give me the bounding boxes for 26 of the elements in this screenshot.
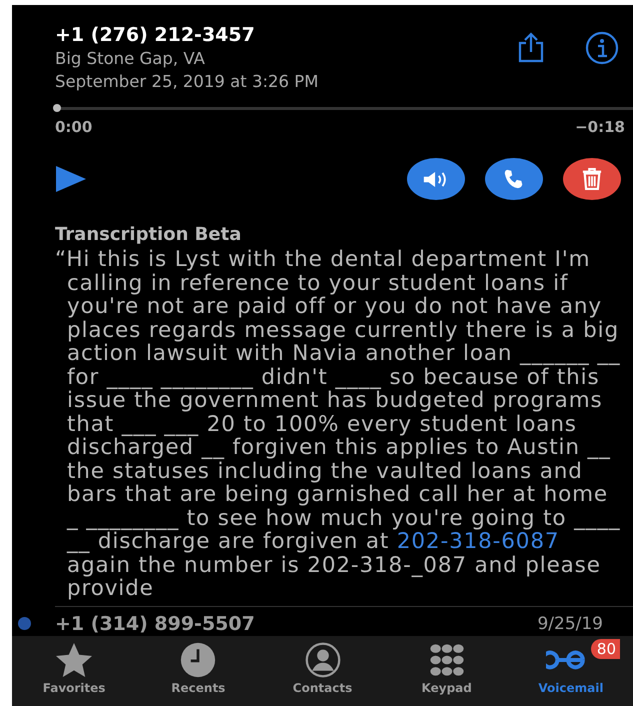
tab[interactable]: Favorites [12,636,136,706]
transcript-text: “Hi this is Lyst with the dental department I'm calling in reference to your student loans if you're not are paid off or you do not have any places regards message currently there is a big action lawsuit with Navia another loan ______ __ for ____ ________ didn't ____ so because of this issue the government has budgeted programs that ___ ___ 20 to 100% every student loans discharged __ forgiven this applies to Austin __ the statuses including the vaulted loans and bars that are being garnished call her at home _ ________ to see how much you're going to ____ __ discharge are forgiven at 202-318-6087 again the number is 202-318-_087 and please provide [55,248,622,600]
star-icon [55,642,94,678]
caller-number: +1 (276) 212-3457 [55,23,256,47]
share-icon[interactable] [517,31,545,63]
transcription-title: Transcription Beta [54,223,242,245]
unread-count-badge: 80 [590,639,620,659]
info-icon[interactable] [585,31,619,65]
play-icon[interactable] [55,165,87,193]
caller-location: Big Stone Gap, VA [55,48,206,70]
clock-icon [179,642,218,678]
tab[interactable]: Keypad [384,636,509,706]
contact-icon [304,642,342,678]
remaining-time: −0:18 [575,118,625,136]
voicemail-date: 9/25/19 [537,614,603,634]
caller-number[interactable]: +1 (314) 899-5507 [55,612,538,634]
voicemail-date: September 25, 2019 at 3:26 PM [55,71,320,93]
tab[interactable]: Voicemail 80 [508,636,633,706]
playback-slider[interactable] [55,107,633,110]
tab[interactable]: Recents [136,636,260,706]
phone-link[interactable]: 202-318-6087 [396,529,560,554]
phone-icon [503,168,525,190]
keypad-icon [428,642,466,678]
trash-icon [582,168,602,190]
elapsed-time: 0:00 [55,118,92,136]
tab[interactable]: Contacts [260,636,385,706]
